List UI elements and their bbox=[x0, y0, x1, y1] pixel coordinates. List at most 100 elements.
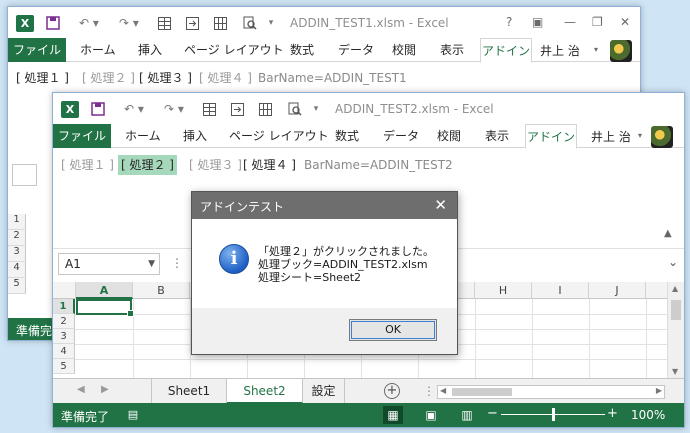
save-icon[interactable] bbox=[89, 99, 107, 119]
macro-record-icon[interactable]: ▤ bbox=[123, 406, 143, 424]
row-header[interactable]: 4 bbox=[8, 262, 26, 278]
tab-addins[interactable]: アドイン bbox=[525, 124, 577, 149]
tab-review[interactable]: 校閲 bbox=[392, 38, 416, 62]
addin-button-process4[interactable]: [ 処理４ ] bbox=[240, 155, 299, 175]
row-header[interactable]: 1 bbox=[8, 214, 26, 230]
user-dropdown-icon[interactable]: ▾ bbox=[638, 131, 642, 140]
addin-button-process2[interactable]: [ 処理２ ] bbox=[79, 68, 138, 88]
close-icon[interactable]: ✕ bbox=[434, 196, 447, 214]
redo-icon[interactable]: ↷ ▾ bbox=[161, 99, 187, 119]
zoom-slider-thumb[interactable] bbox=[552, 408, 555, 421]
tab-review[interactable]: 校閲 bbox=[437, 124, 461, 148]
undo-icon[interactable]: ↶ ▾ bbox=[76, 13, 102, 33]
avatar[interactable] bbox=[610, 40, 632, 62]
addin-button-process4[interactable]: [ 処理４ ] bbox=[196, 68, 255, 88]
name-box[interactable] bbox=[12, 164, 37, 186]
tab-view[interactable]: 表示 bbox=[485, 124, 509, 148]
ok-button[interactable]: OK bbox=[349, 319, 437, 341]
addin-button-process3[interactable]: [ 処理３ ] bbox=[136, 68, 195, 88]
tab-insert[interactable]: 挿入 bbox=[138, 38, 162, 62]
restore-icon[interactable]: ❐ bbox=[592, 15, 603, 29]
horizontal-scrollbar[interactable]: ◀ ▶ bbox=[437, 385, 665, 399]
column-header[interactable]: A bbox=[76, 282, 133, 299]
column-header[interactable] bbox=[646, 282, 668, 299]
zoom-out-icon[interactable]: − bbox=[487, 406, 498, 421]
tab-addins[interactable]: アドイン bbox=[480, 38, 532, 63]
tab-formulas[interactable]: 数式 bbox=[290, 38, 314, 62]
formula-bar-handle-icon[interactable]: ⋮ bbox=[171, 256, 183, 270]
tab-formulas[interactable]: 数式 bbox=[335, 124, 359, 148]
sheet-tab-sheet2[interactable]: Sheet2 bbox=[227, 379, 303, 404]
page-break-view-icon[interactable]: ▥ bbox=[457, 406, 477, 424]
row-header[interactable]: 3 bbox=[53, 329, 75, 344]
row-header[interactable]: 2 bbox=[8, 230, 26, 246]
chevron-down-icon[interactable]: ▼ bbox=[148, 254, 155, 274]
zoom-percentage[interactable]: 100% bbox=[631, 408, 665, 422]
table-icon[interactable] bbox=[201, 99, 217, 119]
normal-view-icon[interactable]: ▦ bbox=[383, 406, 403, 424]
tab-view[interactable]: 表示 bbox=[440, 38, 464, 62]
column-header[interactable]: H bbox=[475, 282, 532, 299]
message-dialog[interactable]: アドインテスト ✕ i 「処理２」がクリックされました。 処理ブック=ADDIN… bbox=[191, 191, 458, 355]
row-header[interactable]: 1 bbox=[53, 299, 75, 314]
sheet-tab-sheet1[interactable]: Sheet1 bbox=[151, 379, 227, 404]
expand-formula-bar-icon[interactable]: ⌄ bbox=[668, 255, 678, 269]
vertical-scrollbar[interactable]: ▲ ▼ bbox=[667, 282, 684, 378]
help-icon[interactable]: ? bbox=[506, 15, 512, 29]
undo-icon[interactable]: ↶ ▾ bbox=[121, 99, 147, 119]
grid-icon[interactable] bbox=[257, 99, 273, 119]
addin-button-process1[interactable]: [ 処理１ ] bbox=[58, 155, 117, 175]
zoom-in-icon[interactable]: + bbox=[607, 406, 618, 421]
sheet-tab-settings[interactable]: 設定 bbox=[303, 379, 345, 404]
save-icon[interactable] bbox=[44, 13, 62, 33]
redo-icon[interactable]: ↷ ▾ bbox=[116, 13, 142, 33]
tab-data[interactable]: データ bbox=[338, 38, 374, 62]
scroll-thumb[interactable] bbox=[671, 300, 681, 320]
addin-button-process3[interactable]: [ 処理３ ] bbox=[186, 155, 245, 175]
tab-page-layout[interactable]: ページ レイアウト bbox=[229, 124, 329, 148]
grid-icon[interactable] bbox=[212, 13, 228, 33]
import-icon[interactable] bbox=[184, 13, 200, 33]
page-layout-view-icon[interactable]: ▣ bbox=[421, 406, 441, 424]
row-header[interactable]: 5 bbox=[53, 359, 75, 374]
close-icon[interactable]: ✕ bbox=[620, 15, 630, 29]
tab-split-handle-icon[interactable]: ⋮ bbox=[423, 384, 435, 398]
scroll-right-icon[interactable]: ▶ bbox=[656, 386, 662, 395]
add-sheet-icon[interactable]: + bbox=[384, 383, 400, 399]
row-header[interactable]: 4 bbox=[53, 344, 75, 359]
name-box[interactable]: A1 ▼ bbox=[58, 253, 160, 275]
scroll-up-icon[interactable]: ▲ bbox=[672, 284, 678, 293]
column-header[interactable]: I bbox=[532, 282, 589, 299]
row-header[interactable]: 5 bbox=[8, 278, 26, 294]
sheet-next-icon[interactable]: ▶ bbox=[101, 384, 109, 395]
collapse-ribbon-icon[interactable]: ▲ bbox=[664, 228, 672, 239]
tab-insert[interactable]: 挿入 bbox=[183, 124, 207, 148]
print-preview-icon[interactable] bbox=[287, 99, 303, 119]
selected-cell-a1[interactable] bbox=[76, 299, 134, 317]
tab-file[interactable]: ファイル bbox=[53, 124, 111, 148]
import-icon[interactable] bbox=[229, 99, 245, 119]
ribbon-display-icon[interactable]: ▣ bbox=[532, 15, 543, 29]
addin-button-process1[interactable]: [ 処理１ ] bbox=[13, 68, 72, 88]
user-name[interactable]: 井上 治 bbox=[540, 42, 580, 59]
row-header[interactable]: 2 bbox=[53, 314, 75, 329]
tab-home[interactable]: ホーム bbox=[80, 38, 116, 62]
user-name[interactable]: 井上 治 bbox=[591, 128, 631, 145]
tab-data[interactable]: データ bbox=[383, 124, 419, 148]
scroll-left-icon[interactable]: ◀ bbox=[440, 386, 446, 395]
tab-file[interactable]: ファイル bbox=[8, 38, 66, 62]
print-preview-icon[interactable] bbox=[242, 13, 258, 33]
sheet-prev-icon[interactable]: ◀ bbox=[77, 384, 85, 395]
avatar[interactable] bbox=[651, 126, 673, 148]
table-icon[interactable] bbox=[156, 13, 172, 33]
addin-button-process2[interactable]: [ 処理２ ] bbox=[118, 155, 177, 175]
column-header[interactable]: B bbox=[133, 282, 190, 299]
tab-home[interactable]: ホーム bbox=[125, 124, 161, 148]
tab-page-layout[interactable]: ページ レイアウト bbox=[184, 38, 284, 62]
column-header[interactable]: J bbox=[589, 282, 646, 299]
minimize-icon[interactable]: — bbox=[564, 15, 576, 29]
customize-quick-access-icon[interactable]: ▾ bbox=[311, 99, 321, 119]
user-dropdown-icon[interactable]: ▾ bbox=[594, 45, 598, 54]
customize-quick-access-icon[interactable]: ▾ bbox=[266, 13, 276, 33]
scroll-down-icon[interactable]: ▼ bbox=[672, 367, 678, 376]
